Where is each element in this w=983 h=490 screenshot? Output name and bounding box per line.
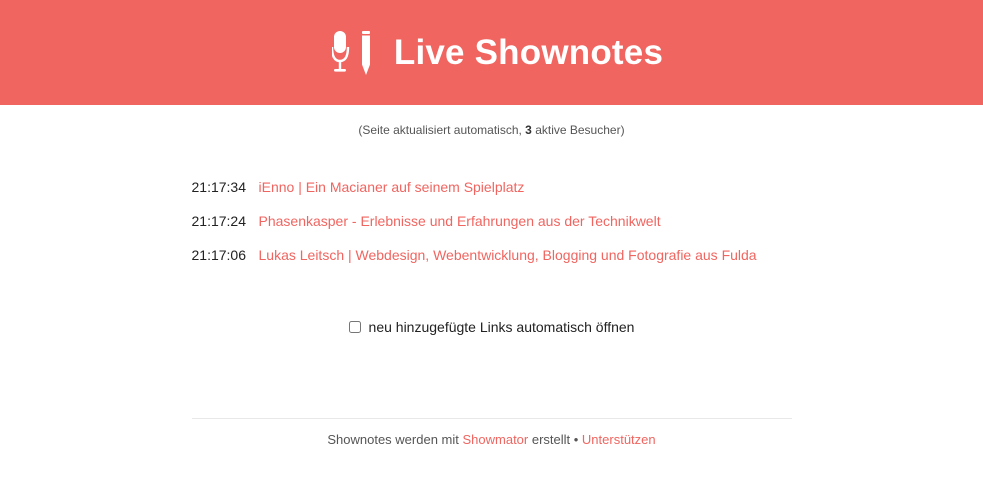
list-item: 21:17:34 iEnno | Ein Macianer auf seinem… [192, 179, 792, 213]
entry-link[interactable]: iEnno | Ein Macianer auf seinem Spielpla… [259, 179, 525, 195]
page-header: Live Shownotes [0, 0, 983, 105]
brand: Live Shownotes [331, 29, 664, 77]
footer-middle: erstellt • [528, 432, 582, 447]
entry-time: 21:17:06 [191, 247, 247, 263]
list-item: 21:17:24 Phasenkasper - Erlebnisse und E… [192, 213, 792, 247]
auto-open-option[interactable]: neu hinzugefügte Links automatisch öffne… [0, 319, 983, 335]
showmator-link[interactable]: Showmator [462, 432, 528, 447]
status-suffix: aktive Besucher) [531, 123, 625, 137]
footer-divider [191, 418, 792, 419]
footer-prefix: Shownotes werden mit [327, 432, 463, 447]
list-item: 21:17:06 Lukas Leitsch | Webdesign, Webe… [192, 247, 792, 281]
entry-link[interactable]: Lukas Leitsch | Webdesign, Webentwicklun… [259, 247, 757, 263]
auto-open-checkbox[interactable] [348, 321, 361, 333]
entry-link[interactable]: Phasenkasper - Erlebnisse und Erfahrunge… [259, 213, 661, 229]
entry-time: 21:17:34 [191, 179, 247, 195]
page-footer: Shownotes werden mit Showmator erstellt … [0, 432, 983, 447]
status-prefix: (Seite aktualisiert automatisch, [358, 123, 526, 137]
shownotes-list: 21:17:34 iEnno | Ein Macianer auf seinem… [192, 179, 792, 281]
status-line: (Seite aktualisiert automatisch, 3 aktiv… [0, 123, 983, 137]
entry-time: 21:17:24 [191, 213, 247, 229]
visitor-count: 3 [525, 123, 532, 137]
microphone-pencil-icon [331, 29, 372, 77]
page-title: Live Shownotes [393, 32, 664, 72]
support-link[interactable]: Unterstützen [582, 432, 656, 447]
auto-open-label: neu hinzugefügte Links automatisch öffne… [368, 319, 635, 335]
